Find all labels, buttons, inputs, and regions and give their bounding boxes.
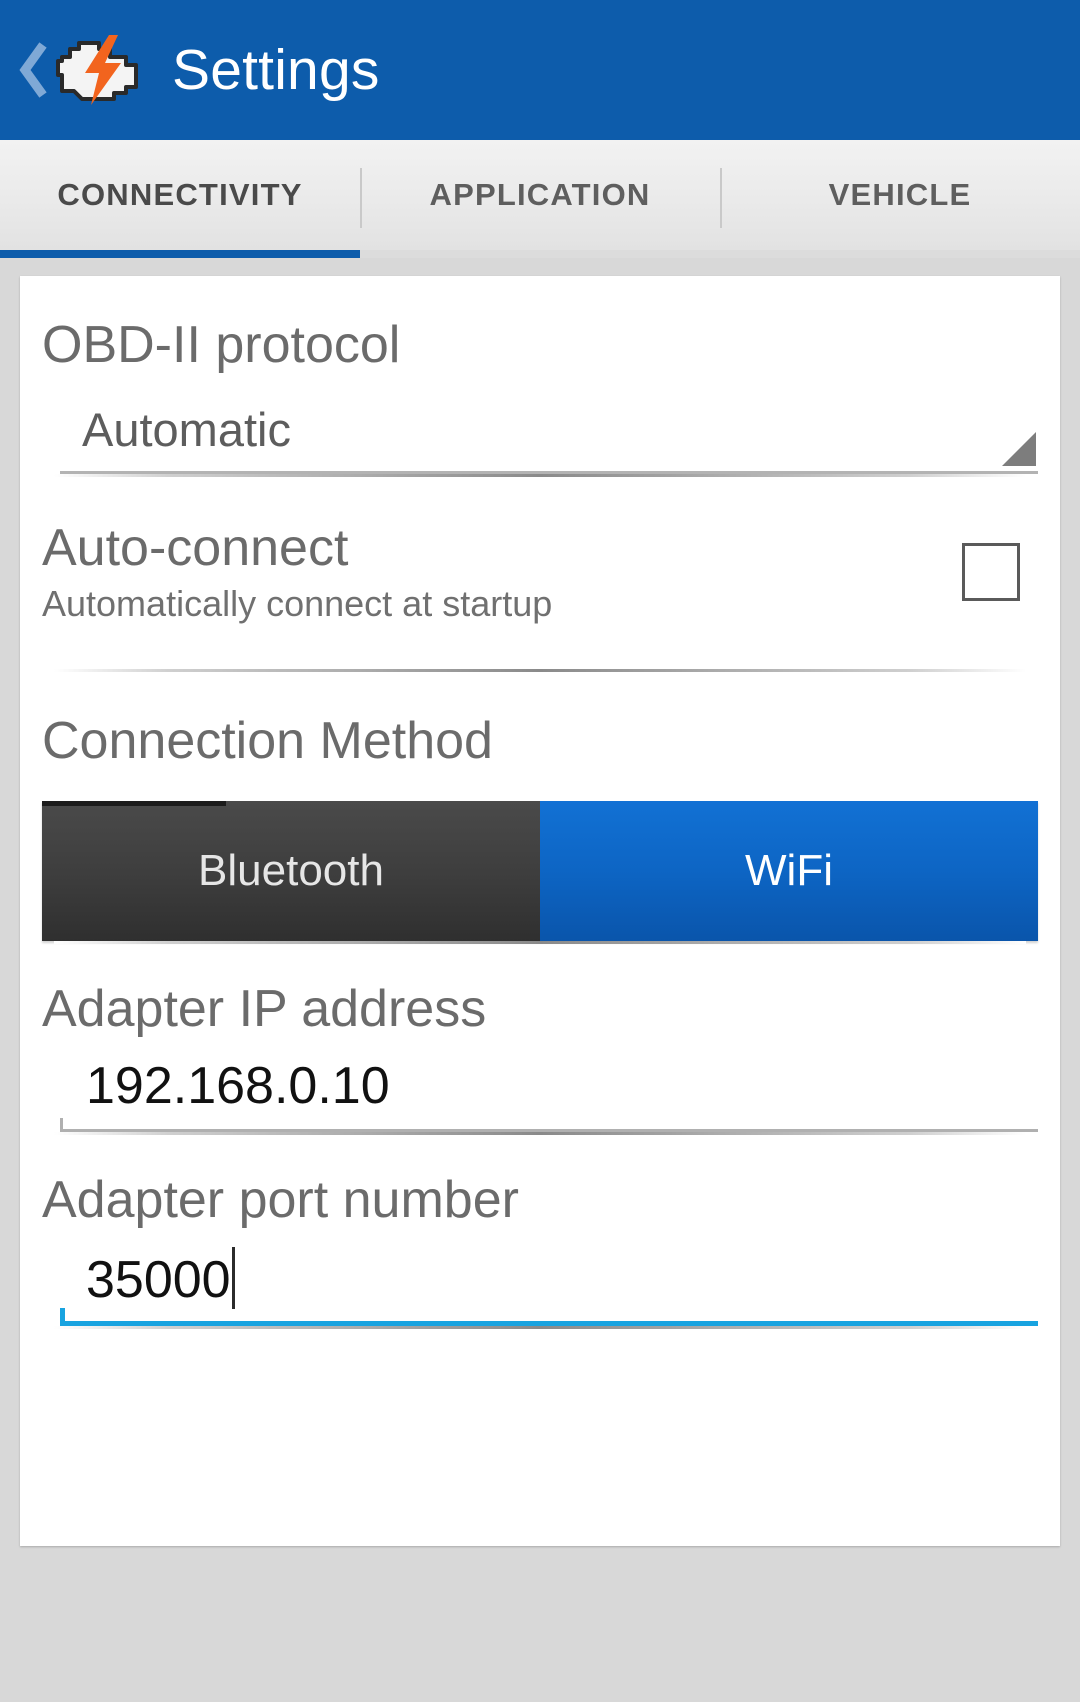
tab-vehicle-label: VEHICLE [828,177,972,212]
auto-connect-text: Auto-connect Automatically connect at st… [42,519,962,625]
action-bar: Settings [0,0,1080,140]
engine-lightning-icon [52,30,148,110]
auto-connect-checkbox[interactable] [962,543,1020,602]
adapter-ip-underline [60,1117,1038,1132]
connection-method-title: Connection Method [42,712,493,771]
preference-auto-connect[interactable]: Auto-connect Automatically connect at st… [42,477,1038,669]
settings-card: OBD-II protocol Automatic Auto-connect A… [20,276,1060,1546]
adapter-port-underline [60,1308,1038,1327]
connection-method-bluetooth-label: Bluetooth [198,845,384,895]
adapter-port-title: Adapter port number [42,1170,519,1229]
preference-adapter-ip: Adapter IP address 192.168.0.10 [42,944,1038,1132]
adapter-port-value: 35000 [86,1251,231,1310]
tab-application[interactable]: APPLICATION [360,140,720,250]
preference-obd-protocol[interactable]: OBD-II protocol Automatic [42,276,1038,475]
preference-adapter-port: Adapter port number 35000 [42,1135,1038,1327]
adapter-ip-value: 192.168.0.10 [86,1056,390,1115]
auto-connect-summary: Automatically connect at startup [42,583,553,625]
adapter-ip-field[interactable]: 192.168.0.10 [60,1056,1038,1132]
divider [54,1326,1026,1330]
obd-protocol-value: Automatic [82,403,291,457]
settings-content: OBD-II protocol Automatic Auto-connect A… [0,258,1080,1702]
auto-connect-title: Auto-connect [42,519,349,578]
tab-vehicle[interactable]: VEHICLE [720,140,1080,250]
dropdown-triangle-icon [1002,432,1036,467]
tab-application-label: APPLICATION [429,177,651,212]
connection-method-wifi-label: WiFi [745,845,833,895]
tab-connectivity-label: CONNECTIVITY [57,177,303,212]
adapter-port-field[interactable]: 35000 [60,1247,1038,1327]
active-tab-indicator [0,250,360,258]
connection-method-option-bluetooth[interactable]: Bluetooth [42,800,540,941]
back-chevron-icon[interactable] [14,35,54,105]
page-title: Settings [172,38,380,102]
connection-method-option-wifi[interactable]: WiFi [540,800,1038,941]
connection-method-segmented-control: Bluetooth WiFi [42,800,1038,941]
obd-protocol-title: OBD-II protocol [42,316,401,374]
preference-connection-method: Connection Method Bluetooth WiFi [42,672,1038,941]
obd-protocol-spinner[interactable]: Automatic [60,402,1038,475]
adapter-ip-title: Adapter IP address [42,979,487,1038]
tab-bar: CONNECTIVITY APPLICATION VEHICLE [0,140,1080,258]
text-cursor [231,1247,235,1310]
tab-connectivity[interactable]: CONNECTIVITY [0,140,360,250]
